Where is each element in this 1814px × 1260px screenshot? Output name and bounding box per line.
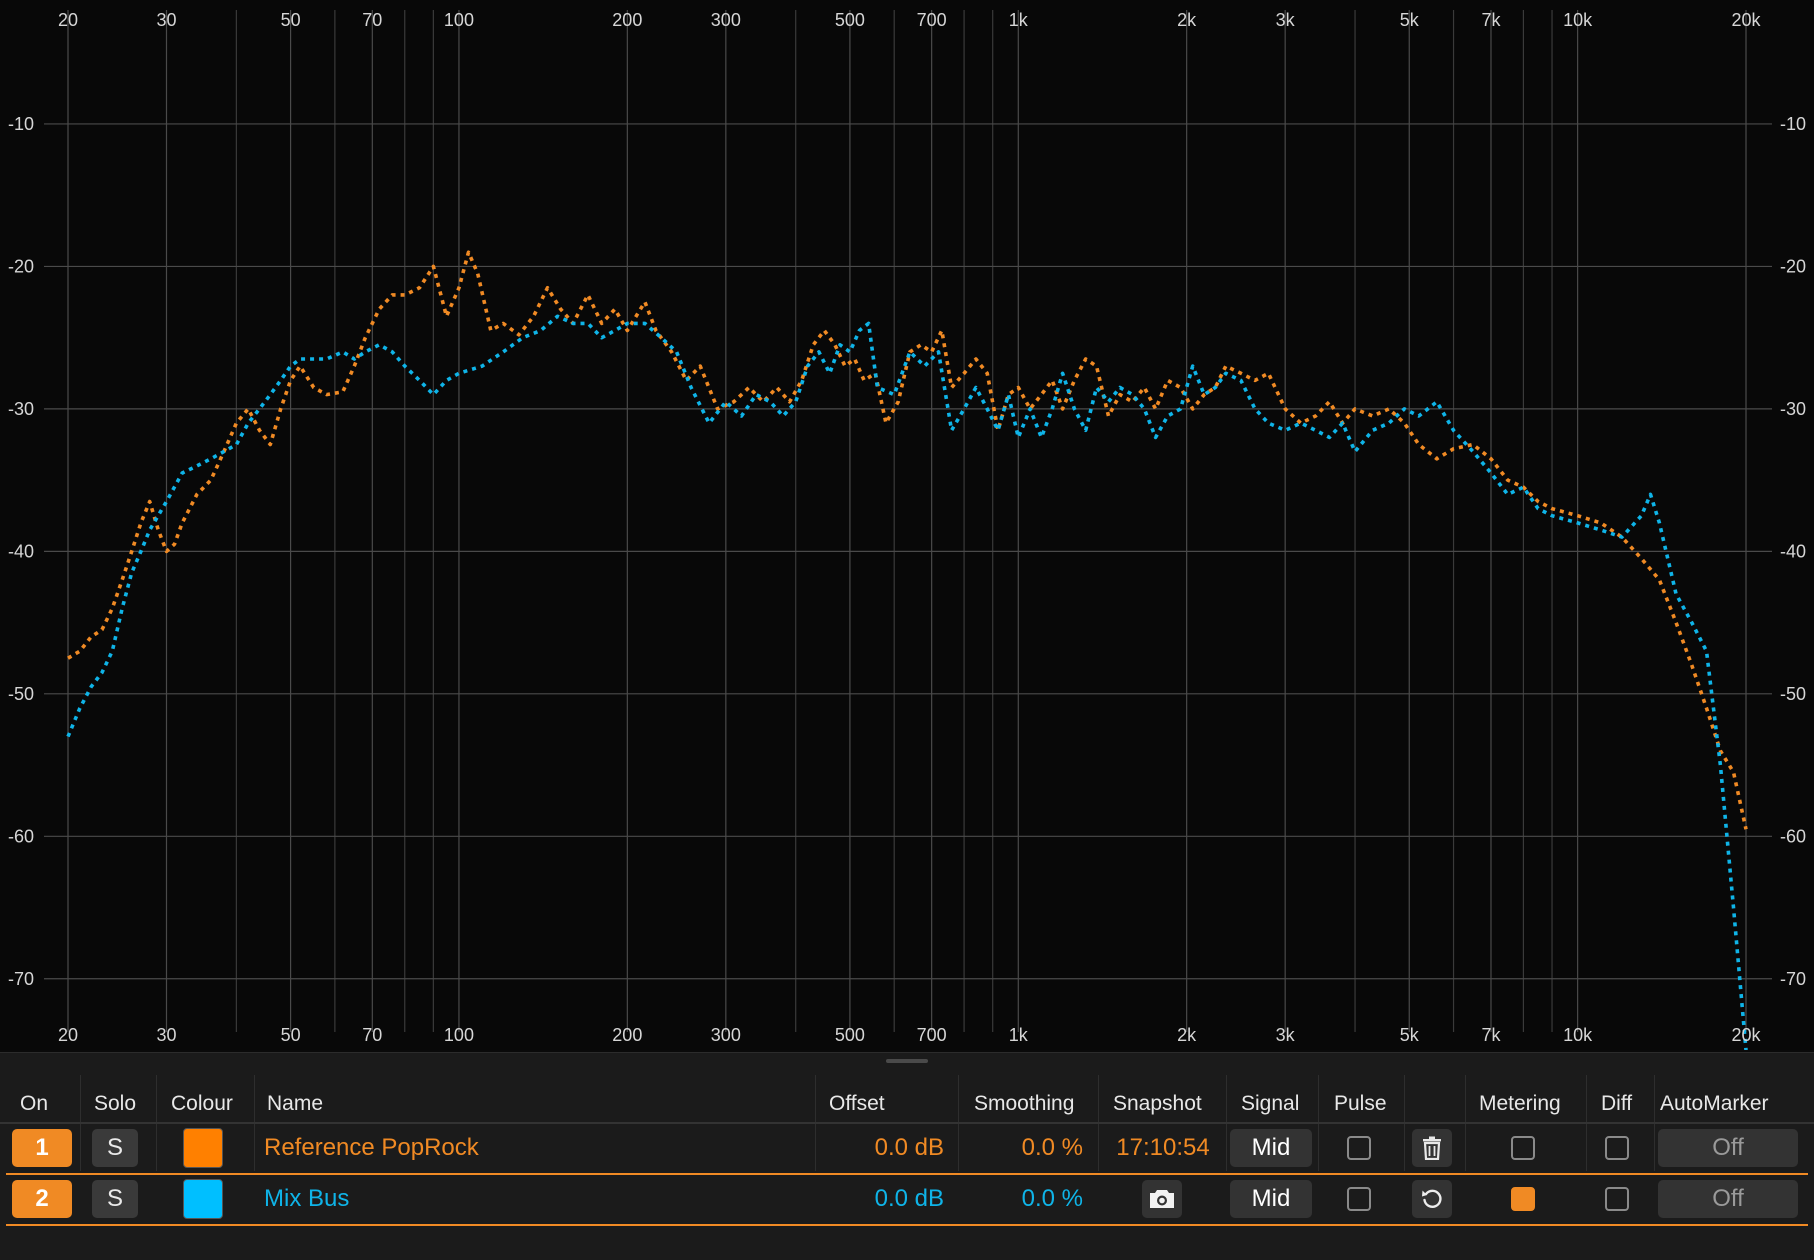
x-tick-label-top: 1k <box>1009 10 1029 30</box>
x-tick-label-top: 20 <box>58 10 78 30</box>
x-tick-label-bottom: 3k <box>1276 1025 1296 1045</box>
x-tick-label-bottom: 2k <box>1177 1025 1197 1045</box>
x-tick-label-top: 70 <box>362 10 382 30</box>
trash-icon <box>1423 1136 1441 1160</box>
track-pulse-checkbox-2[interactable] <box>1347 1187 1371 1211</box>
track-colour-swatch-1[interactable] <box>183 1128 223 1168</box>
header-name: Name <box>267 1092 324 1115</box>
y-tick-label-right: -10 <box>1780 114 1806 134</box>
x-tick-label-bottom: 5k <box>1400 1025 1420 1045</box>
header-diff: Diff <box>1601 1092 1633 1115</box>
x-tick-label-bottom: 500 <box>835 1025 865 1045</box>
track-diff-checkbox-1[interactable] <box>1605 1136 1629 1160</box>
y-tick-label-left: -40 <box>8 541 34 561</box>
x-tick-label-top: 5k <box>1400 10 1420 30</box>
x-tick-label-top: 20k <box>1731 10 1761 30</box>
x-tick-label-top: 50 <box>281 10 301 30</box>
x-tick-label-bottom: 10k <box>1563 1025 1593 1045</box>
x-tick-label-top: 10k <box>1563 10 1593 30</box>
x-tick-label-top: 3k <box>1276 10 1296 30</box>
header-automarker: AutoMarker <box>1660 1092 1769 1115</box>
track-automarker-button-2[interactable]: Off <box>1658 1180 1798 1218</box>
header-colour: Colour <box>171 1092 233 1115</box>
track-row-1: 1 S Reference PopRock 0.0 dB 0.0 % 17:10… <box>0 1124 1808 1172</box>
track-snapshot-time-1: 17:10:54 <box>1116 1134 1210 1161</box>
x-tick-label-top: 100 <box>444 10 474 30</box>
y-tick-label-left: -50 <box>8 684 34 704</box>
track-automarker-button-1[interactable]: Off <box>1658 1129 1798 1167</box>
y-tick-label-left: -70 <box>8 969 34 989</box>
x-tick-label-bottom: 20k <box>1731 1025 1761 1045</box>
header-solo: Solo <box>94 1092 137 1115</box>
track-smoothing-2[interactable]: 0.0 % <box>963 1175 1083 1223</box>
y-tick-label-left: -30 <box>8 399 34 419</box>
track-metering-checkbox-1[interactable] <box>1511 1136 1535 1160</box>
header-smoothing: Smoothing <box>974 1092 1075 1115</box>
track-signal-button-1[interactable]: Mid <box>1230 1129 1312 1167</box>
x-tick-label-bottom: 200 <box>612 1025 642 1045</box>
camera-icon <box>1150 1190 1174 1208</box>
x-tick-label-top: 700 <box>917 10 947 30</box>
track-panel: On Solo Colour Name Offset Smoothing Sna… <box>0 1052 1814 1260</box>
track-row-2: 2 S Mix Bus 0.0 dB 0.0 % Mid Off <box>0 1175 1808 1223</box>
header-metering: Metering <box>1479 1092 1561 1115</box>
track-offset-2[interactable]: 0.0 dB <box>820 1175 944 1223</box>
y-tick-label-left: -10 <box>8 114 34 134</box>
y-tick-label-right: -40 <box>1780 541 1806 561</box>
track-take-snapshot-button[interactable] <box>1142 1180 1182 1218</box>
x-tick-label-top: 200 <box>612 10 642 30</box>
track-solo-button-1[interactable]: S <box>92 1129 138 1167</box>
x-tick-label-bottom: 100 <box>444 1025 474 1045</box>
x-tick-label-top: 2k <box>1177 10 1197 30</box>
x-tick-label-top: 7k <box>1481 10 1501 30</box>
header-signal: Signal <box>1241 1092 1300 1115</box>
y-tick-label-right: -60 <box>1780 826 1806 846</box>
panel-resize-handle[interactable] <box>886 1059 928 1063</box>
track-name-1[interactable]: Reference PopRock <box>264 1124 479 1172</box>
y-tick-label-left: -60 <box>8 826 34 846</box>
header-on: On <box>20 1092 49 1115</box>
track-on-button-2[interactable]: 2 <box>12 1180 72 1218</box>
track-signal-button-2[interactable]: Mid <box>1230 1180 1312 1218</box>
track-smoothing-1[interactable]: 0.0 % <box>963 1124 1083 1172</box>
track-metering-checkbox-2[interactable] <box>1511 1187 1535 1211</box>
x-tick-label-bottom: 7k <box>1481 1025 1501 1045</box>
x-tick-label-bottom: 30 <box>156 1025 176 1045</box>
row-separator <box>6 1224 1808 1226</box>
spectrum-chart: 20 20 30 30 50 50 70 70 100 100 200 200 300 300 500 500… <box>0 0 1814 1050</box>
x-tick-label-bottom: 300 <box>711 1025 741 1045</box>
x-tick-label-top: 300 <box>711 10 741 30</box>
track-solo-button-2[interactable]: S <box>92 1180 138 1218</box>
track-diff-checkbox-2[interactable] <box>1605 1187 1629 1211</box>
header-snapshot: Snapshot <box>1113 1092 1202 1115</box>
y-tick-label-right: -50 <box>1780 684 1806 704</box>
x-tick-label-top: 30 <box>156 10 176 30</box>
track-delete-snapshot-button[interactable] <box>1412 1129 1452 1167</box>
header-offset: Offset <box>829 1092 885 1115</box>
x-tick-label-bottom: 1k <box>1009 1025 1029 1045</box>
x-tick-label-top: 500 <box>835 10 865 30</box>
x-tick-label-bottom: 20 <box>58 1025 78 1045</box>
header-pulse: Pulse <box>1334 1092 1387 1115</box>
x-tick-label-bottom: 50 <box>281 1025 301 1045</box>
y-tick-label-right: -70 <box>1780 969 1806 989</box>
x-tick-label-bottom: 70 <box>362 1025 382 1045</box>
track-on-button-1[interactable]: 1 <box>12 1129 72 1167</box>
track-offset-1[interactable]: 0.0 dB <box>820 1124 944 1172</box>
track-name-2[interactable]: Mix Bus <box>264 1175 349 1223</box>
reset-icon <box>1422 1189 1442 1208</box>
track-pulse-checkbox-1[interactable] <box>1347 1136 1371 1160</box>
y-tick-label-left: -20 <box>8 256 34 276</box>
chart-background <box>0 0 1814 1050</box>
y-tick-label-right: -20 <box>1780 256 1806 276</box>
x-tick-label-bottom: 700 <box>917 1025 947 1045</box>
y-tick-label-right: -30 <box>1780 399 1806 419</box>
track-reset-button[interactable] <box>1412 1180 1452 1218</box>
track-colour-swatch-2[interactable] <box>183 1179 223 1219</box>
